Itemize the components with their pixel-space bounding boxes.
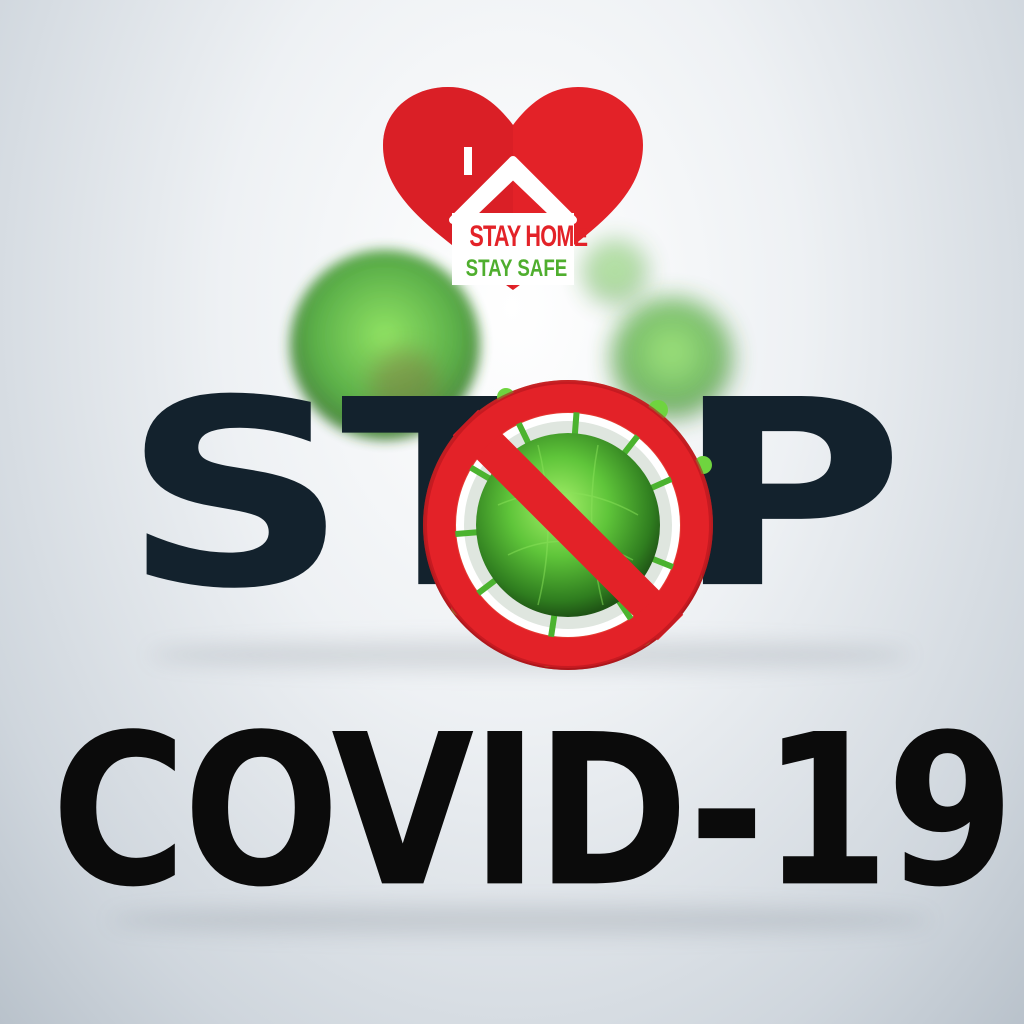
logo-line-2: STAY SAFE [465, 255, 568, 282]
logo-line-1: STAY HOME [469, 220, 588, 253]
prohibition-sign-icon [423, 380, 713, 670]
prohibition-sign [418, 375, 718, 675]
covid-headline: COVID-19 [51, 690, 1014, 934]
